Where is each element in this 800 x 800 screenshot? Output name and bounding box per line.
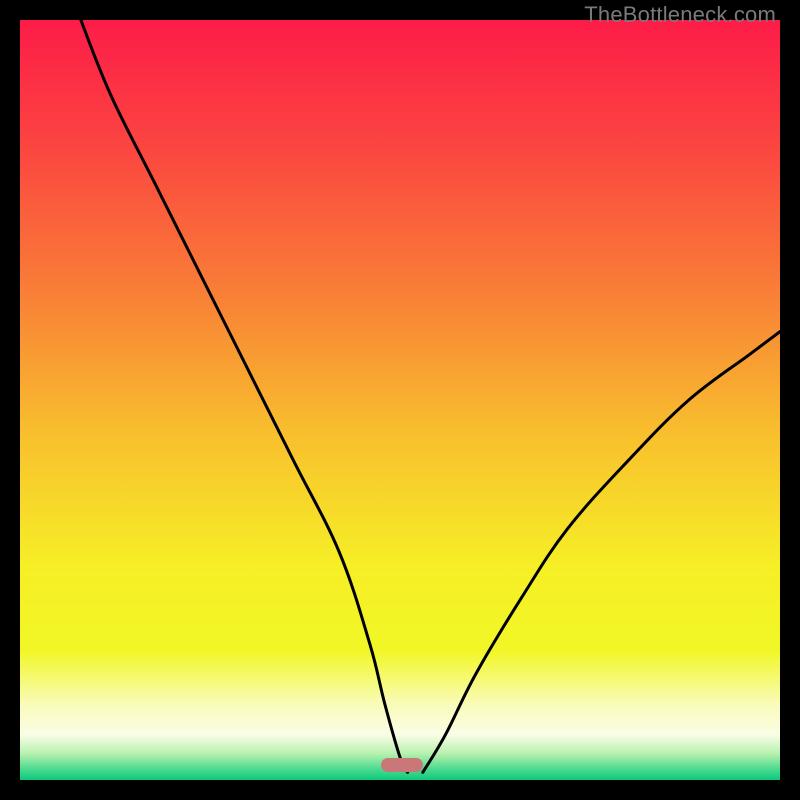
optimal-marker: [381, 758, 423, 772]
background-gradient: [20, 20, 780, 780]
plot-area: [20, 20, 780, 780]
watermark-text: TheBottleneck.com: [584, 2, 776, 28]
chart-frame: TheBottleneck.com: [0, 0, 800, 800]
